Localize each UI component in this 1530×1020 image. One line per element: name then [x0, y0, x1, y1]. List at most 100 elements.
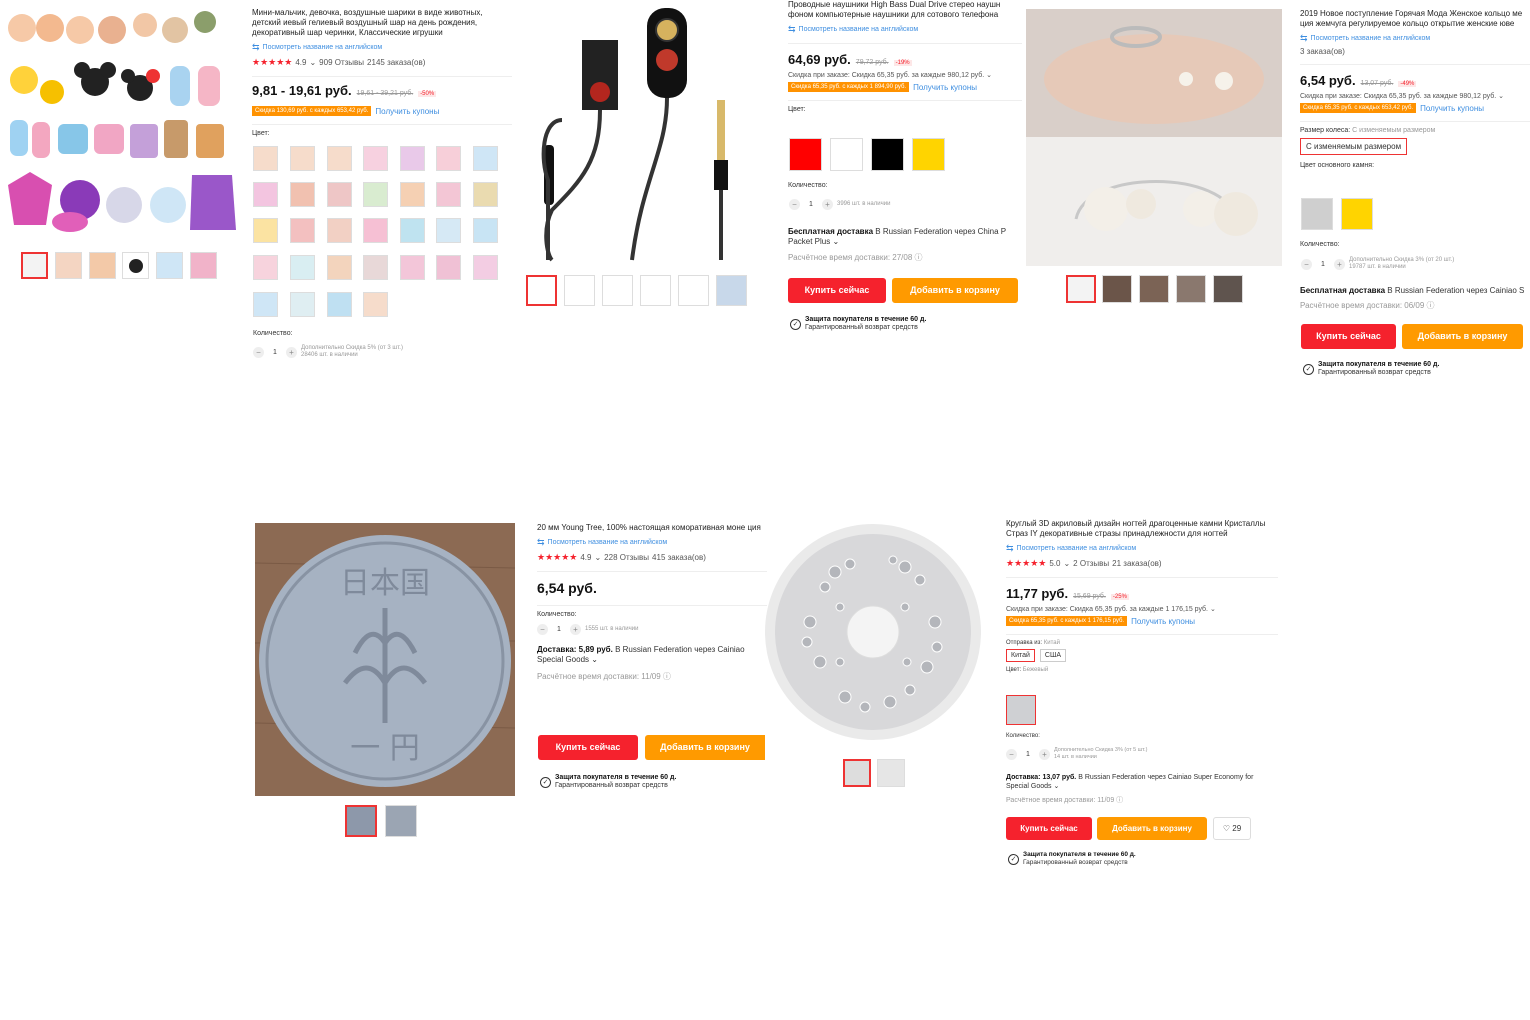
add-to-cart-button[interactable]: Добавить в корзину — [645, 735, 765, 760]
thumbnail-2[interactable] — [877, 759, 905, 787]
thumbnail-2[interactable] — [55, 252, 82, 279]
color-option-31[interactable] — [327, 292, 352, 317]
increase-button[interactable]: + — [1039, 748, 1050, 760]
order-discount[interactable]: Скидка при заказе: Скидка 65,35 руб. за … — [1300, 92, 1530, 100]
decrease-button[interactable]: − — [789, 199, 800, 210]
decrease-button[interactable]: − — [537, 624, 548, 635]
color-red[interactable] — [789, 138, 822, 171]
color-option-11[interactable] — [363, 182, 388, 207]
color-yellow[interactable] — [912, 138, 945, 171]
decrease-button[interactable]: − — [1301, 258, 1312, 270]
color-option-3[interactable] — [327, 146, 352, 171]
translate-link[interactable]: ⇆ Посмотреть название на английском — [1300, 33, 1530, 44]
thumbnail-4[interactable] — [1176, 275, 1206, 303]
color-option-25[interactable] — [363, 255, 388, 280]
thumbnail-2[interactable] — [1102, 275, 1132, 303]
get-coupons-link[interactable]: Получить купоны — [913, 83, 977, 92]
quantity-value[interactable]: 1 — [268, 349, 282, 356]
size-option[interactable]: С изменяемым размером — [1300, 138, 1408, 155]
color-black[interactable] — [871, 138, 904, 171]
order-discount[interactable]: Скидка при заказе: Скидка 65,35 руб. за … — [788, 71, 1022, 79]
color-silver[interactable] — [1301, 198, 1333, 230]
color-option-1[interactable] — [253, 146, 278, 171]
increase-button[interactable]: + — [822, 199, 833, 210]
color-option-16[interactable] — [290, 218, 315, 243]
color-option-4[interactable] — [363, 146, 388, 171]
color-option-26[interactable] — [400, 255, 425, 280]
thumbnail-4[interactable] — [122, 252, 149, 279]
color-option-21[interactable] — [473, 218, 498, 243]
translate-link[interactable]: ⇆ Посмотреть название на английском — [788, 24, 1022, 35]
color-option-19[interactable] — [400, 218, 425, 243]
color-option-13[interactable] — [436, 182, 461, 207]
buy-now-button[interactable]: Купить сейчас — [1006, 817, 1092, 840]
color-option-30[interactable] — [290, 292, 315, 317]
quantity-value[interactable]: 1 — [1316, 261, 1330, 268]
reviews-link[interactable]: 228 Отзывы — [604, 553, 649, 562]
color-option-22[interactable] — [253, 255, 278, 280]
thumbnail-3[interactable] — [89, 252, 116, 279]
thumbnail-5[interactable] — [1213, 275, 1243, 303]
increase-button[interactable]: + — [1334, 258, 1345, 270]
thumbnail-5[interactable] — [156, 252, 183, 279]
color-option-27[interactable] — [436, 255, 461, 280]
thumbnail-1[interactable] — [1066, 275, 1096, 303]
decrease-button[interactable]: − — [253, 346, 264, 358]
color-option-17[interactable] — [327, 218, 352, 243]
reviews-link[interactable]: 2 Отзывы — [1073, 559, 1109, 568]
translate-link[interactable]: ⇆ Посмотреть название на английском — [252, 42, 512, 53]
color-option-15[interactable] — [253, 218, 278, 243]
add-to-cart-button[interactable]: Добавить в корзину — [1402, 324, 1523, 349]
add-to-cart-button[interactable]: Добавить в корзину — [892, 278, 1018, 303]
color-gold[interactable] — [1341, 198, 1373, 230]
thumbnail-2[interactable] — [564, 275, 595, 306]
buy-now-button[interactable]: Купить сейчас — [788, 278, 886, 303]
buy-now-button[interactable]: Купить сейчас — [538, 735, 638, 760]
color-option-28[interactable] — [473, 255, 498, 280]
thumbnail-2[interactable] — [385, 805, 417, 837]
thumbnail-1[interactable] — [843, 759, 871, 787]
thumbnail-4[interactable] — [640, 275, 671, 306]
color-option-24[interactable] — [327, 255, 352, 280]
thumbnail-1[interactable] — [21, 252, 48, 279]
translate-link[interactable]: ⇆ Посмотреть название на английском — [537, 537, 767, 548]
color-option-9[interactable] — [290, 182, 315, 207]
color-option-14[interactable] — [473, 182, 498, 207]
color-option-12[interactable] — [400, 182, 425, 207]
buy-now-button[interactable]: Купить сейчас — [1301, 324, 1396, 349]
order-discount[interactable]: Скидка при заказе: Скидка 65,35 руб. за … — [1006, 605, 1278, 613]
decrease-button[interactable]: − — [1006, 748, 1017, 760]
get-coupons-link[interactable]: Получить купоны — [375, 107, 439, 116]
quantity-value[interactable]: 1 — [804, 201, 818, 208]
thumbnail-1[interactable] — [345, 805, 377, 837]
increase-button[interactable]: + — [286, 346, 297, 358]
color-option-5[interactable] — [400, 146, 425, 171]
thumbnail-5[interactable] — [678, 275, 709, 306]
ship-from-usa[interactable]: США — [1039, 649, 1067, 662]
wishlist-button[interactable]: ♡ 29 — [1213, 817, 1251, 840]
color-white[interactable] — [830, 138, 863, 171]
thumbnail-1[interactable] — [526, 275, 557, 306]
increase-button[interactable]: + — [570, 624, 581, 635]
reviews-link[interactable]: 909 Отзывы — [319, 58, 364, 67]
color-option-23[interactable] — [290, 255, 315, 280]
color-option-18[interactable] — [363, 218, 388, 243]
color-option-32[interactable] — [363, 292, 388, 317]
color-option-29[interactable] — [253, 292, 278, 317]
thumbnail-6[interactable] — [190, 252, 217, 279]
color-beige[interactable] — [1006, 695, 1036, 725]
ship-from-china[interactable]: Китай — [1006, 649, 1035, 662]
color-option-8[interactable] — [253, 182, 278, 207]
translate-link[interactable]: ⇆ Посмотреть название на английском — [1006, 543, 1278, 554]
quantity-value[interactable]: 1 — [552, 626, 566, 633]
get-coupons-link[interactable]: Получить купоны — [1420, 104, 1484, 113]
add-to-cart-button[interactable]: Добавить в корзину — [1097, 817, 1207, 840]
color-option-2[interactable] — [290, 146, 315, 171]
thumbnail-6[interactable] — [716, 275, 747, 306]
quantity-value[interactable]: 1 — [1021, 751, 1035, 758]
color-option-7[interactable] — [473, 146, 498, 171]
thumbnail-3[interactable] — [602, 275, 633, 306]
color-option-20[interactable] — [436, 218, 461, 243]
color-option-6[interactable] — [436, 146, 461, 171]
thumbnail-3[interactable] — [1139, 275, 1169, 303]
